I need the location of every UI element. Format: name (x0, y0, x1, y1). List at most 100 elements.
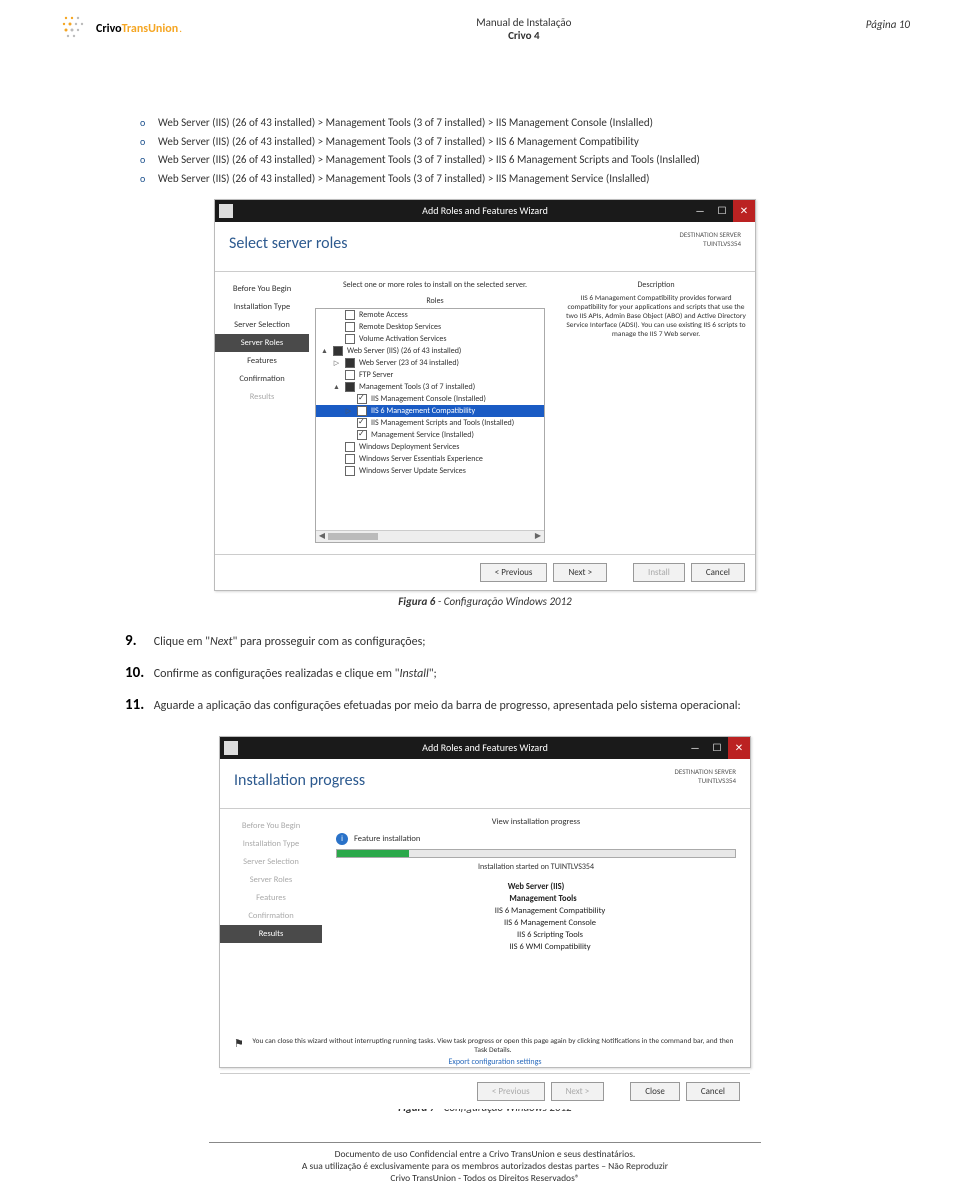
role-label: Management Service (Installed) (371, 430, 474, 440)
wizard-header: Installation progress DESTINATION SERVER… (220, 759, 750, 809)
previous-button[interactable]: < Previous (480, 563, 548, 582)
wizard-step-title: Select server roles (229, 234, 348, 253)
twist-icon[interactable]: ▲ (320, 346, 329, 355)
wizard-window-1: Add Roles and Features Wizard — ☐ ✕ Sele… (215, 200, 755, 590)
checkbox[interactable] (345, 382, 355, 392)
maximize-button[interactable]: ☐ (711, 200, 733, 222)
destination-server: DESTINATION SERVER TUINTLVS354 (680, 230, 741, 248)
role-label: Management Tools (3 of 7 installed) (359, 382, 475, 392)
twist-icon[interactable]: ▷ (344, 406, 353, 415)
role-row[interactable]: ▷ Web Server (23 of 34 installed) (316, 357, 544, 369)
tree-lv1: Web Server (IIS) (336, 882, 736, 892)
twist-icon[interactable]: ▲ (332, 382, 341, 391)
role-row[interactable]: ▷IIS 6 Management Compatibility (316, 405, 544, 417)
sidebar-item-before[interactable]: Before You Begin (215, 280, 309, 298)
roles-label: Roles (315, 296, 555, 306)
window-titlebar: Add Roles and Features Wizard — ☐ ✕ (215, 200, 755, 222)
doc-title-line1: Manual de Instalação (182, 16, 866, 29)
role-row[interactable]: Windows Server Essentials Experience (316, 453, 544, 465)
role-row[interactable]: Windows Server Update Services (316, 465, 544, 477)
minimize-button[interactable]: — (689, 200, 711, 222)
horizontal-scrollbar[interactable]: ◀ ▶ (316, 530, 544, 542)
roles-tree[interactable]: Remote AccessRemote Desktop ServicesVolu… (315, 308, 545, 543)
tree-item: IIS 6 Scripting Tools (336, 930, 736, 940)
role-row[interactable]: Windows Deployment Services (316, 441, 544, 453)
checkbox[interactable] (357, 430, 367, 440)
close-button[interactable]: ✕ (733, 200, 755, 222)
checkbox[interactable] (333, 346, 343, 356)
scroll-thumb[interactable] (328, 533, 378, 540)
role-label: Web Server (23 of 34 installed) (359, 358, 459, 368)
role-label: Web Server (IIS) (26 of 43 installed) (347, 346, 461, 356)
sidebar-item-features[interactable]: Features (215, 352, 309, 370)
bullet-text: Web Server (IIS) (26 of 43 installed) > … (158, 116, 653, 129)
role-label: IIS Management Scripts and Tools (Instal… (371, 418, 514, 428)
sidebar-item-installtype[interactable]: Installation Type (215, 298, 309, 316)
minimize-button[interactable]: — (684, 737, 706, 759)
bullet-text: Web Server (IIS) (26 of 43 installed) > … (158, 135, 639, 148)
role-row[interactable]: FTP Server (316, 369, 544, 381)
footer-line-3: Crivo TransUnion - Todos os Direitos Res… (60, 1172, 910, 1184)
wizard-window-2: Add Roles and Features Wizard — ☐ ✕ Inst… (220, 737, 750, 1067)
wizard-sidebar: Before You Begin Installation Type Serve… (220, 809, 322, 1035)
sidebar-item-serversel[interactable]: Server Selection (215, 316, 309, 334)
checkbox[interactable] (345, 442, 355, 452)
export-settings-link[interactable]: Export configuration settings (220, 1055, 750, 1073)
wizard-footer: < Previous Next > Close Cancel (220, 1073, 750, 1109)
doc-title: Manual de Instalação Crivo 4 (182, 16, 866, 42)
info-icon: i (336, 833, 348, 845)
app-icon (219, 204, 233, 218)
sidebar-item-confirmation[interactable]: Confirmation (215, 370, 309, 388)
cancel-button[interactable]: Cancel (691, 563, 745, 582)
checkbox[interactable] (357, 406, 367, 416)
page-number: Página 10 (866, 18, 910, 31)
cancel-button[interactable]: Cancel (686, 1082, 740, 1101)
wizard-header: Select server roles DESTINATION SERVER T… (215, 222, 755, 272)
bullet-item: Web Server (IIS) (26 of 43 installed) > … (140, 151, 910, 170)
role-label: Volume Activation Services (359, 334, 447, 344)
scroll-left-icon[interactable]: ◀ (316, 531, 328, 542)
close-note: ⚑ You can close this wizard without inte… (220, 1035, 750, 1055)
checkbox[interactable] (345, 334, 355, 344)
twist-icon[interactable]: ▷ (332, 358, 341, 367)
figure-6: Add Roles and Features Wizard — ☐ ✕ Sele… (60, 199, 910, 591)
bullet-item: Web Server (IIS) (26 of 43 installed) > … (140, 133, 910, 152)
bullet-list: Web Server (IIS) (26 of 43 installed) > … (140, 114, 910, 189)
checkbox[interactable] (357, 418, 367, 428)
checkbox[interactable] (345, 322, 355, 332)
feature-install-label: Feature installation (354, 834, 420, 844)
sidebar-item-serverroles[interactable]: Server Roles (215, 334, 309, 352)
role-row[interactable]: Volume Activation Services (316, 333, 544, 345)
tree-item: IIS 6 Management Console (336, 918, 736, 928)
scroll-right-icon[interactable]: ▶ (532, 531, 544, 542)
role-row[interactable]: Remote Desktop Services (316, 321, 544, 333)
checkbox[interactable] (357, 394, 367, 404)
role-row[interactable]: ▲ Web Server (IIS) (26 of 43 installed) (316, 345, 544, 357)
progress-bar (336, 849, 736, 858)
checkbox[interactable] (345, 466, 355, 476)
checkbox[interactable] (345, 310, 355, 320)
next-button[interactable]: Next > (553, 563, 607, 582)
tree-lv2: Management Tools (336, 894, 736, 904)
role-row[interactable]: Remote Access (316, 309, 544, 321)
page-header: CrivoTransUnion. Manual de Instalação Cr… (60, 14, 910, 44)
close-button[interactable]: Close (630, 1082, 680, 1101)
sidebar-item-results[interactable]: Results (220, 925, 322, 943)
progress-fill (337, 850, 409, 857)
role-row[interactable]: IIS Management Scripts and Tools (Instal… (316, 417, 544, 429)
dest-value: TUINTLVS354 (675, 776, 736, 785)
maximize-button[interactable]: ☐ (706, 737, 728, 759)
progress-intro: View installation progress (336, 817, 736, 827)
install-button: Install (633, 563, 685, 582)
role-row[interactable]: ▲ Management Tools (3 of 7 installed) (316, 381, 544, 393)
checkbox[interactable] (345, 370, 355, 380)
role-row[interactable]: Management Service (Installed) (316, 429, 544, 441)
close-button[interactable]: ✕ (728, 737, 750, 759)
role-row[interactable]: IIS Management Console (Installed) (316, 393, 544, 405)
role-label: Windows Deployment Services (359, 442, 459, 452)
page-footer: Documento de uso Confidencial entre a Cr… (60, 1142, 910, 1185)
checkbox[interactable] (345, 358, 355, 368)
role-label: Windows Server Essentials Experience (359, 454, 483, 464)
role-label: Remote Access (359, 310, 408, 320)
checkbox[interactable] (345, 454, 355, 464)
